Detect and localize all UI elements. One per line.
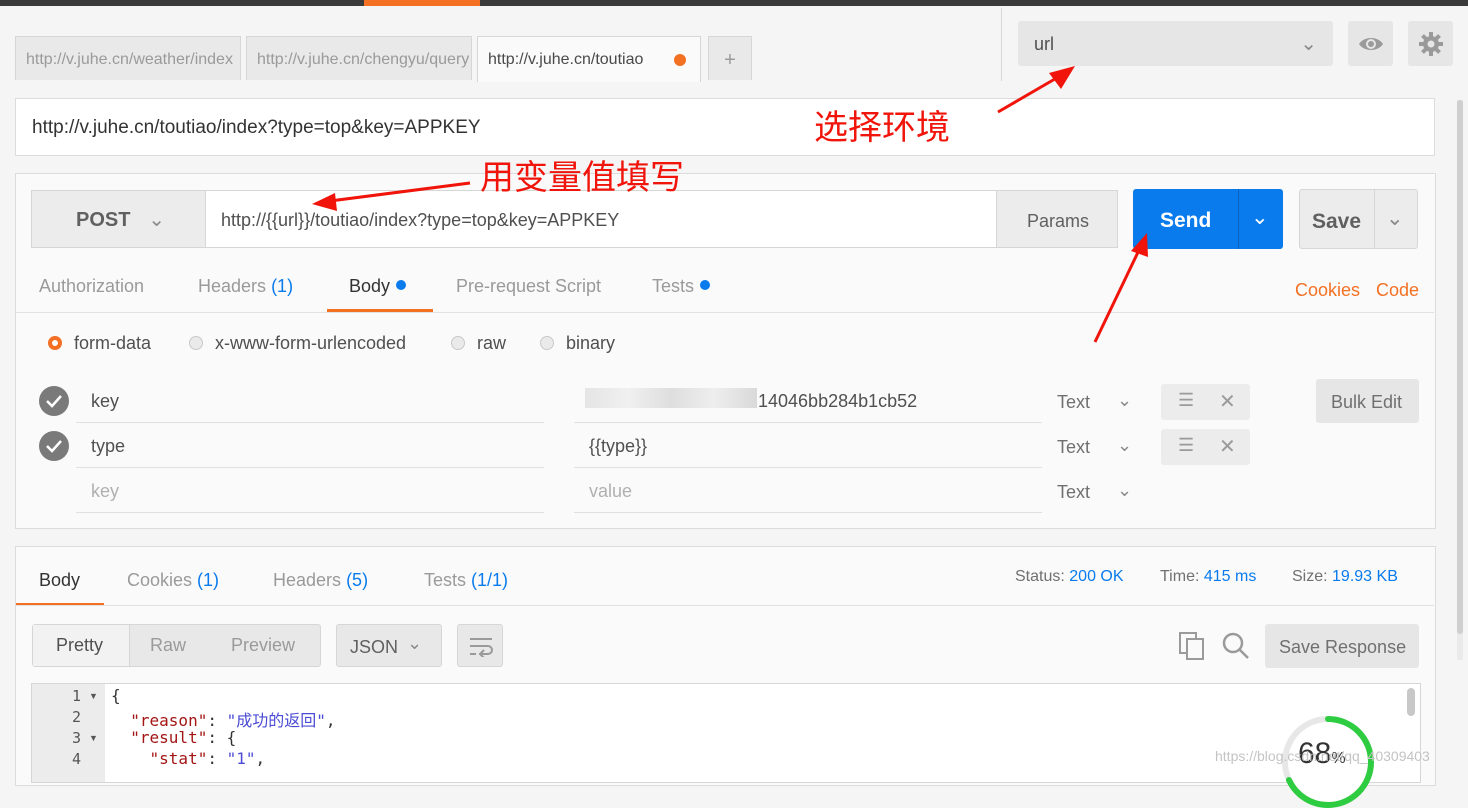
arrowhead-icon xyxy=(1049,66,1075,89)
arrow-line xyxy=(329,181,471,203)
annotation-arrows xyxy=(312,66,1148,343)
arrow-line xyxy=(997,74,1061,114)
arrow-line xyxy=(1093,247,1142,343)
arrowhead-icon xyxy=(312,193,337,211)
arrowhead-icon xyxy=(1131,233,1148,257)
